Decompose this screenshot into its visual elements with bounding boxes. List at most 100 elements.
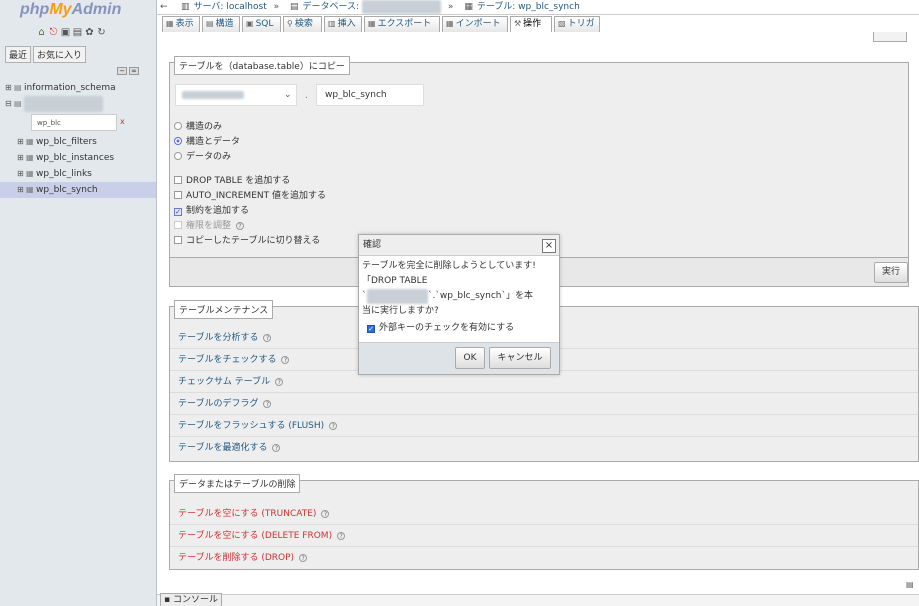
- console-toggle[interactable]: ▪ コンソール: [160, 593, 222, 606]
- help-icon[interactable]: ?: [329, 422, 338, 430]
- tab-structure[interactable]: ▤ 構造: [202, 16, 240, 32]
- expand-icon[interactable]: ⊞: [17, 134, 26, 150]
- phpmyadmin-logo[interactable]: phpMyAdmin: [20, 1, 121, 19]
- tab-browse[interactable]: ▦ 表示: [162, 16, 200, 32]
- collapse-icon[interactable]: ⊟: [5, 96, 14, 112]
- target-table-input[interactable]: wp_blc_synch: [316, 84, 424, 106]
- help-icon[interactable]: ?: [236, 222, 245, 230]
- table-menu-tabs: ▦ 表示 ▤ 構造 ▣ SQL ⚲ 検索 ▥ 挿入 ▦ エクスポート ▦ インポート ⚒ 操作 …: [157, 15, 919, 32]
- help-icon[interactable]: ?: [263, 400, 272, 408]
- help-icon[interactable]: ?: [337, 532, 346, 540]
- help-icon[interactable]: ?: [321, 510, 330, 518]
- cancel-button[interactable]: キャンセル: [489, 347, 551, 369]
- console-icon: ▪: [164, 595, 173, 605]
- tab-search[interactable]: ⚲ 検索: [283, 16, 322, 32]
- export-icon: ▦: [368, 19, 376, 28]
- tab-export[interactable]: ▦ エクスポート: [364, 16, 440, 32]
- exit-icon[interactable]: ⎋: [48, 27, 59, 38]
- previous-panel-button[interactable]: [873, 32, 907, 42]
- wrench-icon: ⚒: [514, 19, 522, 28]
- help-icon[interactable]: ?: [263, 334, 272, 342]
- checkbox-add-drop-table[interactable]: DROP TABLE を追加する: [174, 173, 290, 186]
- database-icon: ▤: [14, 83, 22, 92]
- checkbox-add-auto-increment[interactable]: AUTO_INCREMENT 値を追加する: [174, 188, 326, 201]
- radio-structure-and-data[interactable]: 構造とデータ: [174, 134, 240, 147]
- tree-table-item[interactable]: ⊞ ▦ wp_blc_filters: [5, 134, 155, 150]
- tab-operations[interactable]: ⚒ 操作: [510, 16, 552, 32]
- import-icon: ▦: [446, 19, 454, 28]
- collapse-all-button[interactable]: −: [117, 67, 127, 75]
- database-icon: ▤: [14, 99, 22, 108]
- help-icon[interactable]: ?: [281, 356, 290, 364]
- tree-table-item-active[interactable]: ⊞ ▦ wp_blc_synch: [0, 182, 156, 198]
- favorites-tab[interactable]: お気に入り: [33, 46, 87, 63]
- navigation-sidebar: phpMyAdmin ⌂ ⎋ ▣ ▤ ✿ ↻ 最近 お気に入り − ∞ ⊞ ▤ in…: [0, 0, 157, 606]
- flush-table-link[interactable]: テーブルをフラッシュする (FLUSH)?: [170, 415, 918, 437]
- confirm-dialog: 確認 × テーブルを完全に削除しようとしています! 「DROP TABLE `x…: [358, 234, 560, 375]
- tab-triggers[interactable]: ▧ トリガ: [554, 16, 600, 32]
- clear-filter-button[interactable]: x: [120, 117, 125, 126]
- settings-icon[interactable]: ✿: [84, 27, 95, 38]
- radio-structure-only[interactable]: 構造のみ: [174, 119, 222, 132]
- dialog-message: テーブルを完全に削除しようとしています! 「DROP TABLE `xxxxxx…: [362, 259, 558, 336]
- search-icon: ⚲: [287, 19, 293, 28]
- delete-data-or-table-panel: データまたはテーブルの削除 テーブルを空にする (TRUNCATE)? テーブル…: [169, 474, 919, 570]
- foreign-key-check-checkbox[interactable]: ✓ 外部キーのチェックを有効にする: [367, 321, 558, 336]
- dialog-title: 確認: [359, 235, 559, 256]
- expand-icon[interactable]: ⊞: [17, 166, 26, 182]
- home-icon[interactable]: ⌂: [36, 27, 47, 38]
- help-icon[interactable]: ?: [272, 444, 281, 452]
- database-tree: ⊞▤information_schema ⊟▤xxxxxxxxxx_xxxx x…: [0, 80, 156, 198]
- help-icon[interactable]: ?: [299, 554, 308, 562]
- tree-table-item[interactable]: ⊞ ▦ wp_blc_instances: [5, 150, 155, 166]
- ok-button[interactable]: OK: [455, 347, 485, 369]
- breadcrumb-server[interactable]: サーバ: localhost: [194, 2, 267, 12]
- table-icon: ▦: [26, 153, 34, 162]
- drop-table-link[interactable]: テーブルを削除する (DROP)?: [170, 547, 918, 569]
- query-icon[interactable]: ▣: [60, 27, 71, 38]
- expand-icon[interactable]: ⊞: [5, 80, 14, 96]
- tab-insert[interactable]: ▥ 挿入: [324, 16, 362, 32]
- sidebar-icon-bar: ⌂ ⎋ ▣ ▤ ✿ ↻: [36, 27, 107, 38]
- reload-icon[interactable]: ↻: [96, 27, 107, 38]
- radio-data-only[interactable]: データのみ: [174, 149, 231, 162]
- docs-icon[interactable]: ▤: [72, 27, 83, 38]
- trigger-icon: ▧: [558, 19, 566, 28]
- page-settings-icon[interactable]: ▤: [906, 580, 916, 590]
- tab-sql[interactable]: ▣ SQL: [242, 16, 281, 32]
- tree-db-information-schema[interactable]: ⊞ ▤ information_schema: [5, 80, 155, 96]
- tab-import[interactable]: ▦ インポート: [442, 16, 508, 32]
- execute-button[interactable]: 実行: [874, 262, 908, 283]
- link-with-main-icon[interactable]: ∞: [129, 67, 139, 75]
- structure-icon: ▤: [206, 19, 214, 28]
- table-icon: ▦: [26, 137, 34, 146]
- expand-icon[interactable]: ⊞: [17, 150, 26, 166]
- optimize-table-link[interactable]: テーブルを最適化する?: [170, 437, 918, 459]
- expand-icon[interactable]: ⊞: [17, 182, 26, 198]
- breadcrumb-database-name[interactable]: xxxxxxxxxx_xxxx: [361, 0, 442, 14]
- table-icon: ▦: [26, 169, 34, 178]
- checkbox-adjust-privileges: 権限を調整?: [174, 218, 245, 231]
- insert-icon: ▥: [328, 19, 336, 28]
- chevron-down-icon: ⌄: [284, 90, 292, 100]
- target-database-select[interactable]: xxxxxxxxxx_xxxx ⌄: [175, 84, 297, 106]
- tree-db-current[interactable]: ⊟ ▤ xxxxxxxxxx_xxxx: [5, 96, 155, 112]
- delete-from-table-link[interactable]: テーブルを空にする (DELETE FROM)?: [170, 525, 918, 547]
- checkbox-add-constraints[interactable]: ✓ 制約を追加する: [174, 203, 249, 216]
- dialog-close-button[interactable]: ×: [542, 239, 556, 253]
- browse-icon: ▦: [166, 19, 174, 28]
- breadcrumb-database[interactable]: データベース:: [303, 2, 360, 12]
- breadcrumb-table[interactable]: テーブル: wp_blc_synch: [477, 2, 580, 12]
- recent-tab[interactable]: 最近: [5, 46, 32, 63]
- delete-legend: データまたはテーブルの削除: [174, 474, 301, 493]
- table-filter-input[interactable]: [31, 114, 117, 131]
- defragment-table-link[interactable]: テーブルのデフラグ?: [170, 393, 918, 415]
- truncate-table-link[interactable]: テーブルを空にする (TRUNCATE)?: [170, 503, 918, 525]
- sql-icon: ▣: [246, 19, 254, 28]
- help-icon[interactable]: ?: [275, 378, 284, 386]
- tree-table-item[interactable]: ⊞ ▦ wp_blc_links: [5, 166, 155, 182]
- maintenance-legend: テーブルメンテナンス: [174, 300, 274, 319]
- back-arrow-icon[interactable]: ←: [160, 0, 168, 14]
- checkbox-switch-to-copied[interactable]: コピーしたテーブルに切り替える: [174, 233, 320, 246]
- copy-table-legend: テーブルを（database.table）にコピー: [174, 56, 350, 75]
